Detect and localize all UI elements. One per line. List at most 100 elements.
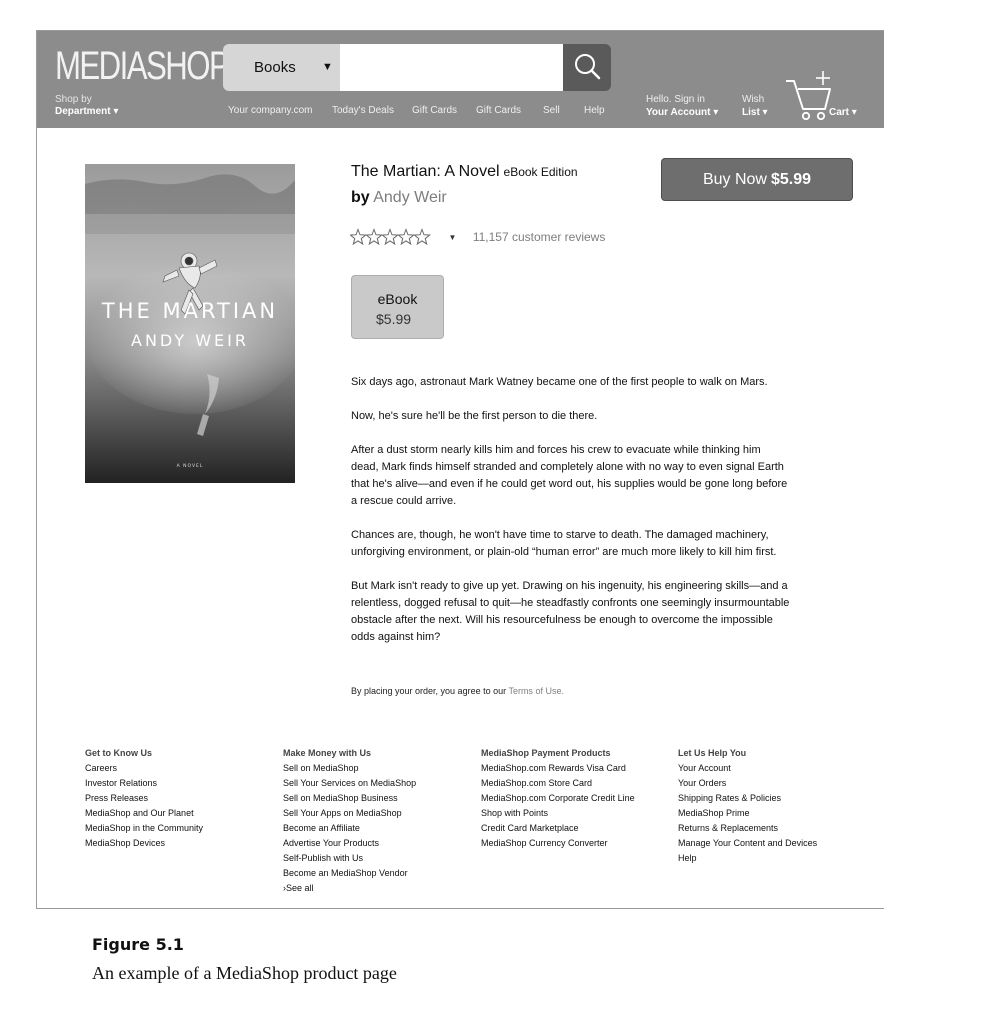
site-header: MEDIASHOP Shop by Department ▾ Books ▼ Y… bbox=[37, 31, 884, 128]
footer-link[interactable]: Careers bbox=[85, 761, 203, 776]
format-price: $5.99 bbox=[376, 311, 412, 327]
footer-link[interactable]: Your Account bbox=[678, 761, 817, 776]
footer-link[interactable]: Press Releases bbox=[85, 791, 203, 806]
account-menu[interactable]: Hello. Sign in Your Account ▾ bbox=[646, 93, 718, 119]
footer-link[interactable]: Sell on MediaShop Business bbox=[283, 791, 416, 806]
footer-link[interactable]: Advertise Your Products bbox=[283, 836, 416, 851]
author-link[interactable]: Andy Weir bbox=[373, 189, 447, 206]
buy-now-button[interactable]: Buy Now $5.99 bbox=[661, 158, 853, 201]
footer-link[interactable]: Help bbox=[678, 851, 817, 866]
footer-link[interactable]: Sell on MediaShop bbox=[283, 761, 416, 776]
cover-author: ANDY WEIR bbox=[131, 331, 249, 350]
nav-help[interactable]: Help bbox=[584, 105, 605, 116]
footer-link[interactable]: Become an Affiliate bbox=[283, 821, 416, 836]
buy-now-price: $5.99 bbox=[770, 171, 812, 188]
footer-heading: Let Us Help You bbox=[678, 748, 747, 758]
product-edition: eBook Edition bbox=[503, 165, 578, 179]
shop-by-label: Shop by bbox=[55, 94, 92, 105]
footer-column-payment-products: MediaShop Payment Products MediaShop.com… bbox=[481, 746, 635, 851]
cover-tag: A NOVEL bbox=[177, 463, 204, 469]
star-icon bbox=[413, 228, 431, 246]
format-option-ebook[interactable]: eBook $5.99 bbox=[351, 275, 444, 339]
search-bar: Books ▼ bbox=[223, 44, 611, 91]
figure-caption: An example of a MediaShop product page bbox=[92, 963, 397, 983]
cart-label-wrap[interactable]: Cart ▾ bbox=[829, 106, 857, 119]
terms-of-use-link[interactable]: Terms of Use. bbox=[508, 686, 564, 696]
product-title: The Martian: A Novel bbox=[351, 163, 500, 180]
footer-heading: Get to Know Us bbox=[85, 748, 152, 758]
by-label: by bbox=[351, 189, 370, 206]
buy-now-label: Buy Now bbox=[702, 171, 767, 188]
description-paragraph: After a dust storm nearly kills him and … bbox=[351, 444, 788, 507]
footer-column-get-to-know-us: Get to Know Us Careers Investor Relation… bbox=[85, 746, 203, 851]
footer-link[interactable]: Sell Your Services on MediaShop bbox=[283, 776, 416, 791]
footer-link[interactable]: MediaShop Devices bbox=[85, 836, 203, 851]
footer-link[interactable]: ›See all bbox=[283, 881, 416, 896]
search-category-label: Books bbox=[254, 59, 296, 76]
footer-link[interactable]: MediaShop Currency Converter bbox=[481, 836, 635, 851]
nav-sell[interactable]: Sell bbox=[543, 105, 560, 116]
star-icon bbox=[365, 228, 383, 246]
footer-link[interactable]: Shipping Rates & Policies bbox=[678, 791, 817, 806]
footer-link[interactable]: MediaShop in the Community bbox=[85, 821, 203, 836]
description-paragraph: Now, he's sure he'll be the first person… bbox=[351, 410, 598, 422]
your-account-label: Your Account ▾ bbox=[646, 107, 719, 118]
cart-icon[interactable] bbox=[785, 71, 835, 121]
nav-todays-deals[interactable]: Today's Deals bbox=[332, 105, 394, 116]
footer-link[interactable]: MediaShop and Our Planet bbox=[85, 806, 203, 821]
footer-column-help: Let Us Help You Your Account Your Orders… bbox=[678, 746, 817, 866]
cart-label: Cart ▾ bbox=[829, 107, 857, 118]
footer-link[interactable]: Returns & Replacements bbox=[678, 821, 817, 836]
footer-link[interactable]: Sell Your Apps on MediaShop bbox=[283, 806, 416, 821]
footer-heading: Make Money with Us bbox=[283, 748, 372, 758]
book-cover-image[interactable]: THE MARTIAN ANDY WEIR A NOVEL bbox=[85, 164, 295, 483]
footer-link[interactable]: MediaShop Prime bbox=[678, 806, 817, 821]
cover-artwork: THE MARTIAN ANDY WEIR A NOVEL bbox=[85, 164, 295, 483]
footer-link[interactable]: Your Orders bbox=[678, 776, 817, 791]
cover-title: THE MARTIAN bbox=[101, 299, 278, 323]
rating-dropdown-icon[interactable]: ▼ bbox=[448, 233, 456, 242]
footer-link[interactable]: MediaShop.com Corporate Credit Line bbox=[481, 791, 635, 806]
figure-label: Figure 5.1 bbox=[92, 935, 184, 954]
star-icon bbox=[381, 228, 399, 246]
shop-by-department[interactable]: Shop by Department ▾ bbox=[55, 94, 118, 118]
star-icon bbox=[397, 228, 415, 246]
customer-reviews-link[interactable]: 11,157 customer reviews bbox=[473, 230, 606, 244]
nav-your-company[interactable]: Your company.com bbox=[228, 105, 313, 116]
footer-link[interactable]: Credit Card Marketplace bbox=[481, 821, 635, 836]
description-paragraph: Six days ago, astronaut Mark Watney beca… bbox=[351, 376, 768, 388]
list-label: List ▾ bbox=[742, 107, 768, 118]
search-icon bbox=[575, 54, 601, 80]
wish-label: Wish bbox=[742, 94, 765, 105]
product-byline: by Andy Weir bbox=[351, 189, 447, 207]
terms-text: By placing your order, you agree to our bbox=[351, 686, 509, 696]
rating-row: ▼ 11,157 customer reviews bbox=[349, 228, 606, 246]
sign-in-greeting: Hello. Sign in bbox=[646, 94, 705, 105]
department-menu[interactable]: Department ▾ bbox=[55, 106, 118, 118]
footer-link[interactable]: MediaShop.com Store Card bbox=[481, 776, 635, 791]
nav-gift-cards[interactable]: Gift Cards bbox=[412, 105, 457, 116]
chevron-down-icon: ▼ bbox=[322, 61, 333, 73]
footer-link[interactable]: Manage Your Content and Devices bbox=[678, 836, 817, 851]
footer-link[interactable]: Investor Relations bbox=[85, 776, 203, 791]
wish-list-menu[interactable]: Wish List ▾ bbox=[742, 93, 768, 119]
product-title-line: The Martian: A Novel eBook Edition bbox=[351, 163, 578, 181]
nav-gift-cards-2[interactable]: Gift Cards bbox=[476, 105, 521, 116]
footer-link[interactable]: Self-Publish with Us bbox=[283, 851, 416, 866]
search-category-select[interactable]: Books ▼ bbox=[223, 44, 340, 91]
footer-heading: MediaShop Payment Products bbox=[481, 748, 611, 758]
page-frame: MEDIASHOP Shop by Department ▾ Books ▼ Y… bbox=[36, 30, 884, 909]
footer-column-make-money: Make Money with Us Sell on MediaShop Sel… bbox=[283, 746, 416, 896]
description-paragraph: Chances are, though, he won't have time … bbox=[351, 529, 777, 558]
terms-notice: By placing your order, you agree to our … bbox=[351, 686, 564, 696]
star-icon bbox=[349, 228, 367, 246]
rating-stars[interactable] bbox=[349, 228, 432, 246]
footer-link[interactable]: Shop with Points bbox=[481, 806, 635, 821]
search-input[interactable] bbox=[340, 44, 563, 91]
search-button[interactable] bbox=[563, 44, 611, 91]
description-paragraph: But Mark isn't ready to give up yet. Dra… bbox=[351, 580, 790, 643]
site-logo[interactable]: MEDIASHOP bbox=[55, 46, 230, 86]
footer-link[interactable]: MediaShop.com Rewards Visa Card bbox=[481, 761, 635, 776]
format-label: eBook bbox=[377, 291, 418, 307]
footer-link[interactable]: Become an MediaShop Vendor bbox=[283, 866, 416, 881]
